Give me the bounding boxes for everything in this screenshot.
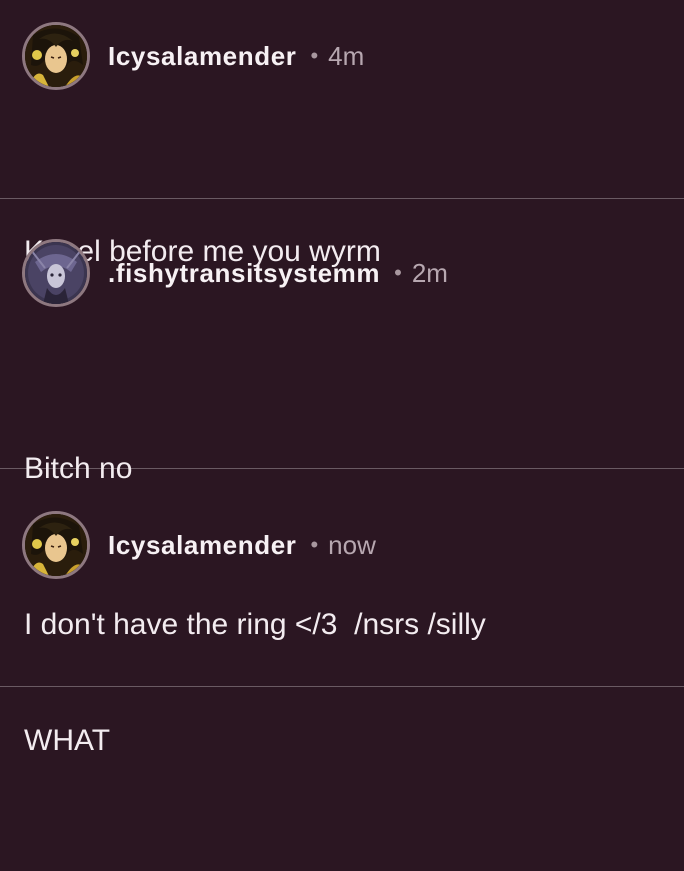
username[interactable]: Icysalamender (108, 530, 296, 561)
separator-dot: • (310, 43, 319, 68)
dark-character-avatar-icon (25, 242, 87, 304)
comment-feed: Icysalamender • 4m Kneel before me you w… (0, 0, 684, 757)
comment-body: WHAT (24, 611, 110, 871)
comment-header: Icysalamender • 4m (22, 20, 364, 92)
separator-dot: • (394, 260, 402, 285)
anime-character-avatar-icon (25, 25, 87, 87)
comment-header: Icysalamender • now (22, 509, 376, 581)
comment-item: Icysalamender • 4m Kneel before me you w… (0, 0, 684, 268)
comment-header: .fishytransitsystemm • 2m (22, 237, 448, 309)
comment-item: Icysalamender • now WHAT (0, 469, 684, 757)
avatar[interactable] (22, 239, 90, 307)
username[interactable]: Icysalamender (108, 41, 296, 72)
avatar[interactable] (22, 511, 90, 579)
timestamp: 4m (328, 40, 365, 71)
timestamp: now (328, 529, 376, 560)
comment-line: WHAT (24, 724, 111, 757)
avatar[interactable] (22, 22, 90, 90)
anime-character-avatar-icon (25, 514, 87, 576)
timestamp: 2m (411, 257, 448, 288)
separator-dot: • (310, 532, 319, 557)
username[interactable]: .fishytransitsystemm (108, 258, 380, 289)
comment-item: .fishytransitsystemm • 2m Bitch no I don… (0, 199, 684, 641)
